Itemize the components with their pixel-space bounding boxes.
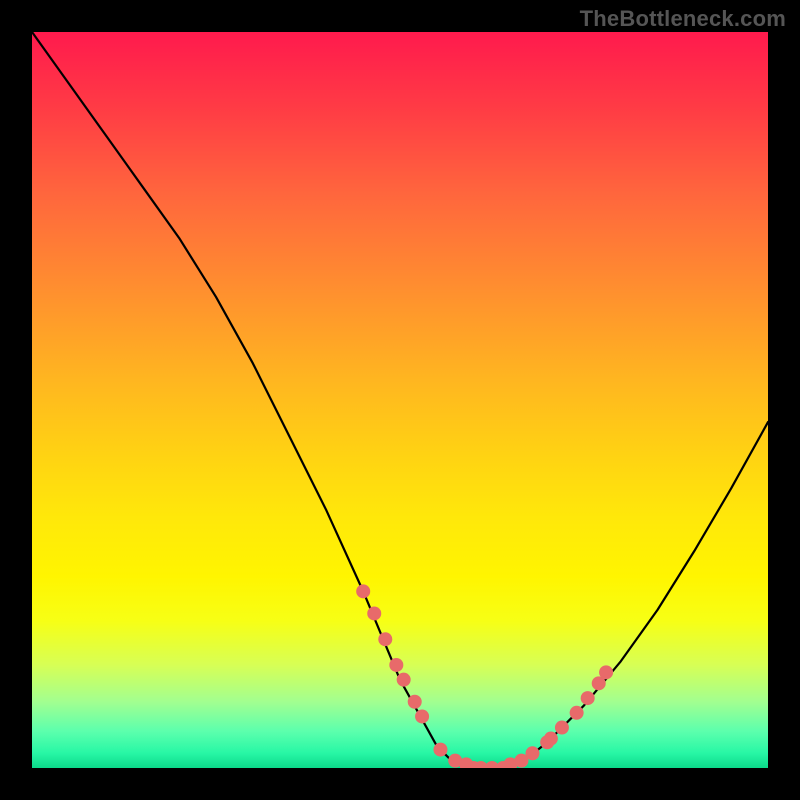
data-marker	[525, 746, 539, 760]
chart-frame: TheBottleneck.com	[0, 0, 800, 800]
data-marker	[599, 665, 613, 679]
watermark-label: TheBottleneck.com	[580, 6, 786, 32]
plot-area	[32, 32, 768, 768]
bottleneck-curve	[32, 32, 768, 768]
data-marker	[378, 632, 392, 646]
data-marker	[367, 606, 381, 620]
marker-group	[356, 584, 613, 768]
data-marker	[408, 695, 422, 709]
data-marker	[544, 732, 558, 746]
data-marker	[389, 658, 403, 672]
data-marker	[397, 673, 411, 687]
data-marker	[570, 706, 584, 720]
data-marker	[555, 721, 569, 735]
plot-svg	[32, 32, 768, 768]
data-marker	[433, 743, 447, 757]
data-marker	[581, 691, 595, 705]
data-marker	[415, 709, 429, 723]
data-marker	[356, 584, 370, 598]
